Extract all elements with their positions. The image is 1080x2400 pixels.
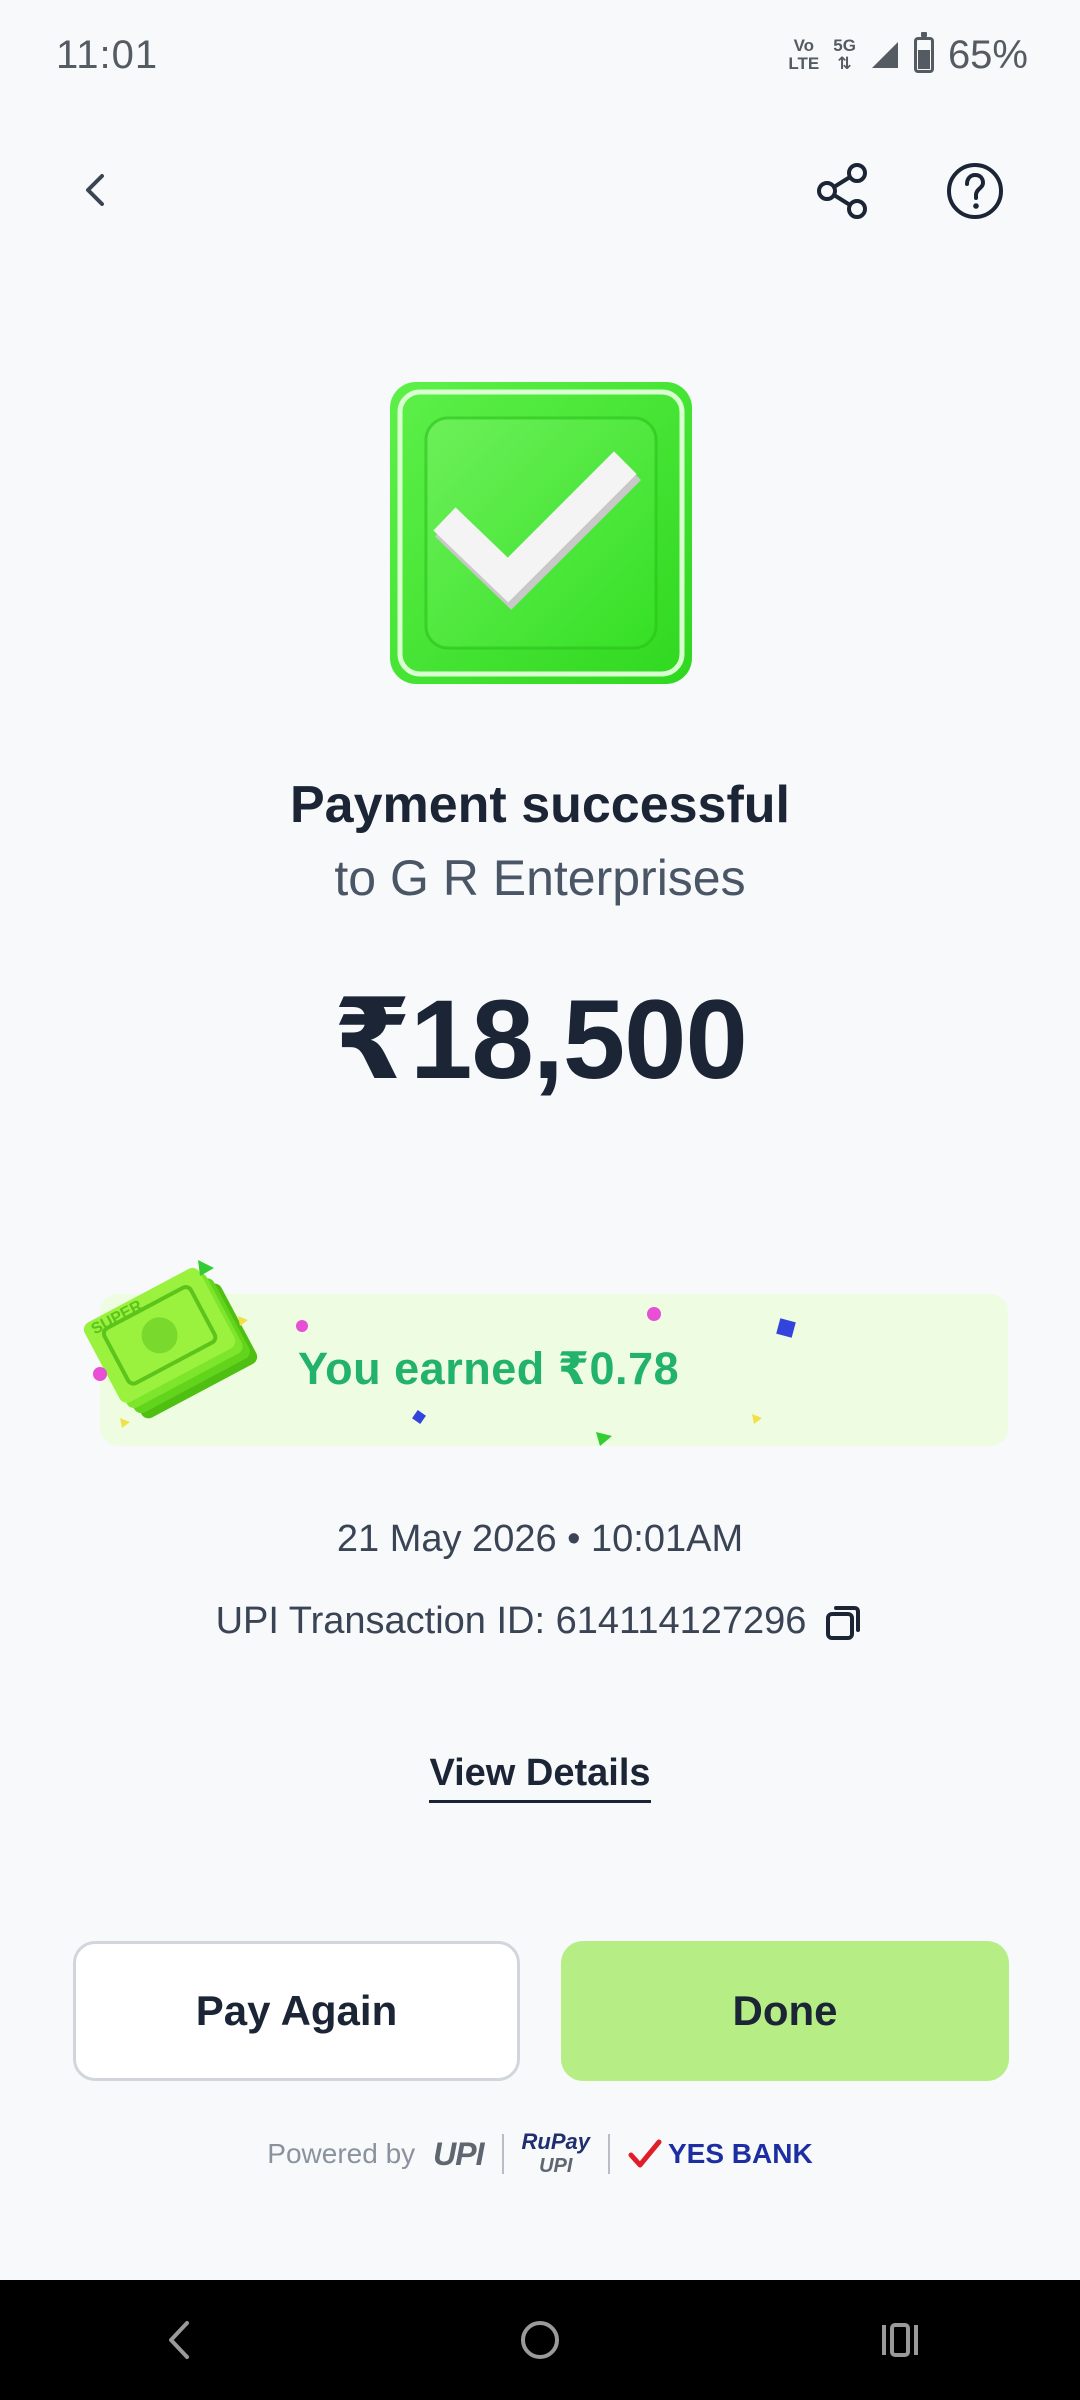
- payment-amount: ₹18,500: [333, 977, 748, 1102]
- network-5g-indicator: 5G ⇅: [833, 37, 856, 73]
- yes-bank-name: YES BANK: [668, 2138, 813, 2169]
- battery-percent: 65%: [947, 32, 1028, 77]
- help-button[interactable]: [942, 158, 1008, 224]
- help-circle-icon: [947, 163, 1003, 219]
- footer-divider: [608, 2134, 610, 2174]
- payment-summary: Payment successful to G R Enterprises: [0, 775, 1080, 907]
- view-details-link[interactable]: View Details: [429, 1752, 651, 1803]
- rupay-upi-text: UPI: [539, 2155, 573, 2177]
- share-button[interactable]: [810, 158, 876, 224]
- success-check-icon: [390, 382, 692, 684]
- upi-logo: UPI: [433, 2135, 484, 2172]
- view-details-link-row: View Details: [0, 1752, 1080, 1803]
- status-bar: 11:01 Vo LTE 5G ⇅ 65%: [0, 0, 1080, 110]
- footer-divider: [501, 2134, 504, 2174]
- done-button[interactable]: Done: [561, 1941, 1009, 2081]
- yes-bank-logo: YES BANK: [628, 2138, 813, 2170]
- network-5g-label: 5G: [833, 36, 856, 55]
- arrows-glyph: ⇅: [837, 54, 852, 73]
- share-icon: [817, 163, 867, 219]
- nav-back-icon[interactable]: [155, 2315, 205, 2365]
- chevron-left-icon: [86, 174, 104, 206]
- battery-icon: [913, 32, 934, 73]
- powered-by-label: Powered by: [267, 2138, 416, 2169]
- pay-again-button[interactable]: Pay Again: [73, 1941, 520, 2081]
- nav-home-icon[interactable]: [515, 2315, 565, 2365]
- nav-recents-icon[interactable]: [875, 2315, 925, 2365]
- yes-bank-tick-icon: [628, 2139, 662, 2168]
- transaction-id-row: UPI Transaction ID: 614114127296: [0, 1600, 1080, 1643]
- signal-icon: [871, 42, 898, 68]
- payment-status-title: Payment successful: [289, 776, 791, 834]
- top-nav: [0, 140, 1080, 240]
- volte-indicator: Vo LTE: [788, 37, 819, 73]
- payee-name: to G R Enterprises: [334, 850, 746, 906]
- rupay-logo: RuPay UPI: [522, 2130, 590, 2178]
- copy-icon[interactable]: [824, 1602, 864, 1642]
- status-icons: Vo LTE 5G ⇅ 65%: [788, 32, 1028, 78]
- volte-top: Vo: [793, 36, 815, 55]
- rupay-logo-text: RuPay: [521, 2129, 590, 2154]
- status-time: 11:01: [56, 32, 159, 77]
- back-button[interactable]: [66, 160, 126, 220]
- transaction-date: 21 May 2026 • 10:01AM: [336, 1518, 744, 1560]
- reward-earned-text: You earned ₹0.78: [298, 1343, 680, 1394]
- transaction-id: UPI Transaction ID: 614114127296: [215, 1600, 807, 1642]
- powered-by-footer: Powered by UPI RuPay UPI YES BANK: [0, 2130, 1080, 2178]
- system-nav-bar: [0, 2280, 1080, 2400]
- volte-bottom: LTE: [788, 54, 820, 73]
